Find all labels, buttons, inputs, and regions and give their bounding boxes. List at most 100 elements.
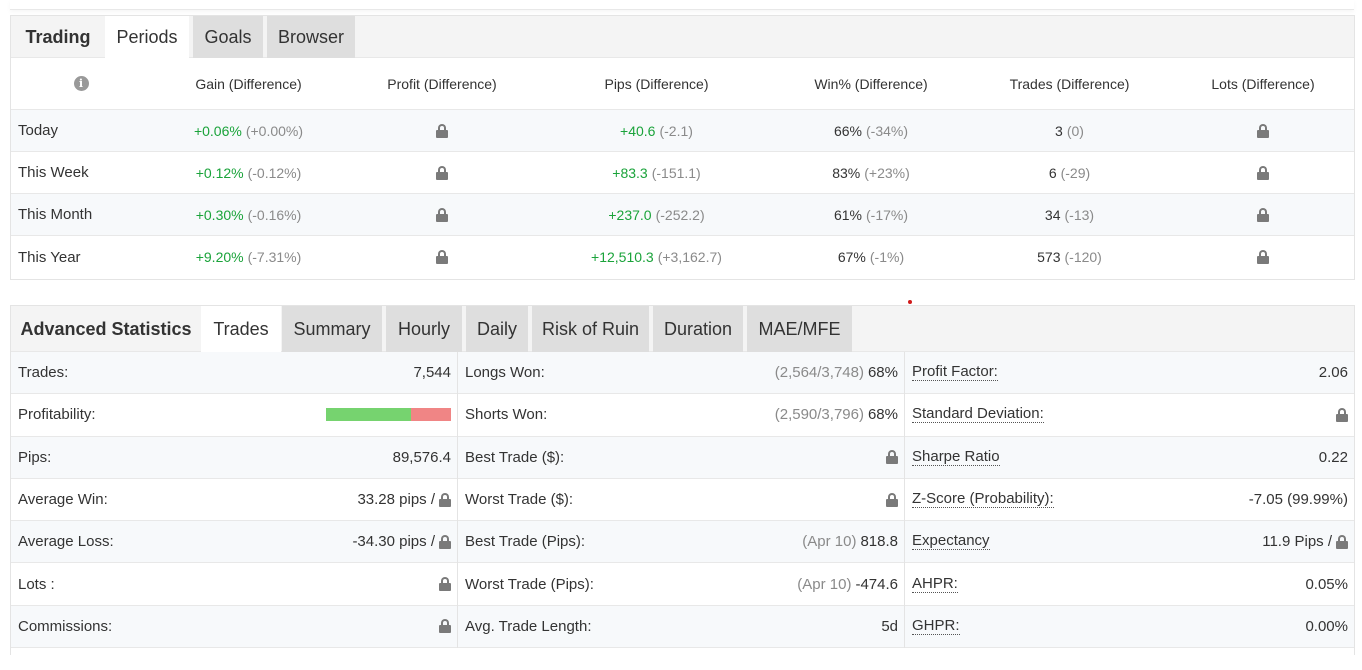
stat-value xyxy=(439,619,451,634)
stat-number: 89,576.4 xyxy=(392,448,451,466)
stats-column-2: Longs Won: (2,564/3,748) 68% Shorts Won: (2,… xyxy=(458,352,905,649)
stat-number: 0.22 xyxy=(1318,448,1348,466)
period-label: Today xyxy=(18,122,59,139)
profitability-win-fill xyxy=(326,408,411,422)
pips-value: +237.0 xyxy=(608,206,652,223)
trades-cell: 34 (-13) xyxy=(967,194,1172,235)
lock-icon[interactable] xyxy=(1336,407,1348,422)
trades-value: 573 xyxy=(1037,249,1061,265)
stat-number: -474.6 xyxy=(855,575,898,593)
stat-row: AHPR: 0.05% xyxy=(905,563,1354,606)
lock-icon[interactable] xyxy=(439,577,451,592)
stat-number: -34.30 pips / xyxy=(352,533,435,551)
tab-periods[interactable]: Periods xyxy=(105,16,189,59)
tab-summary[interactable]: Summary xyxy=(282,306,382,352)
lock-icon[interactable] xyxy=(1257,207,1269,222)
win-cell: 66% (-34%) xyxy=(775,110,967,151)
top-divider xyxy=(10,0,1354,10)
stat-row: Worst Trade ($): xyxy=(458,479,904,522)
pips-cell: +83.3 (-151.1) xyxy=(538,152,775,193)
tab-duration[interactable]: Duration xyxy=(653,306,743,352)
stat-number: 5d xyxy=(881,617,898,635)
stat-label[interactable]: Z-Score (Probability): xyxy=(912,491,1054,509)
trades-diff: (0) xyxy=(1066,122,1084,139)
stat-number: 2.06 xyxy=(1318,364,1348,382)
stat-row: Worst Trade (Pips): (Apr 10) -474.6 xyxy=(458,563,904,606)
stat-value: (2,564/3,748) 68% xyxy=(775,364,898,381)
gain-value: +9.20% xyxy=(195,249,244,265)
info-icon[interactable]: i xyxy=(73,76,89,91)
stat-label: Best Trade ($): xyxy=(465,448,565,466)
tab-mae-mfe[interactable]: MAE/MFE xyxy=(747,306,852,352)
stat-label[interactable]: Profit Factor: xyxy=(912,364,998,382)
tab-browser[interactable]: Browser xyxy=(267,16,355,58)
stat-row: Average Win: 33.28 pips / xyxy=(11,479,457,522)
advanced-statistics-panel: Advanced Statistics Trades Summary Hourl… xyxy=(10,305,1355,655)
stat-value: 2.06 xyxy=(1319,364,1348,381)
trades-diff: (-13) xyxy=(1064,206,1095,223)
win-diff: (-17%) xyxy=(866,206,909,223)
stat-row: Average Loss: -34.30 pips / xyxy=(11,521,457,564)
stat-number: 818.8 xyxy=(860,533,898,551)
gain-cell: +0.06% (+0.00%) xyxy=(151,110,346,151)
indicator-dot xyxy=(908,300,912,304)
pips-value: +12,510.3 xyxy=(591,249,654,265)
lock-icon[interactable] xyxy=(1257,165,1269,180)
lock-icon[interactable] xyxy=(439,492,451,507)
profitability-bar xyxy=(326,408,451,422)
lock-icon[interactable] xyxy=(886,450,898,465)
stat-row: Longs Won: (2,564/3,748) 68% xyxy=(458,352,904,395)
pips-cell: +12,510.3 (+3,162.7) xyxy=(538,236,775,278)
period-label: This Month xyxy=(18,206,93,223)
header-win: Win% (Difference) xyxy=(814,75,928,92)
stat-value: 89,576.4 xyxy=(393,449,451,466)
lock-icon[interactable] xyxy=(1336,534,1348,549)
stat-label[interactable]: GHPR: xyxy=(912,617,960,635)
lock-icon[interactable] xyxy=(436,165,448,180)
tab-daily[interactable]: Daily xyxy=(466,306,528,352)
gain-diff: (-0.16%) xyxy=(247,206,302,223)
lock-icon[interactable] xyxy=(436,123,448,138)
pips-cell: +40.6 (-2.1) xyxy=(538,110,775,151)
stat-label[interactable]: Sharpe Ratio xyxy=(912,448,1000,466)
win-value: 83% xyxy=(832,164,861,181)
lock-icon[interactable] xyxy=(439,534,451,549)
stat-value: -34.30 pips / xyxy=(352,533,451,550)
stats-column-3: Profit Factor: 2.06 Standard Deviation: Sha… xyxy=(905,352,1354,649)
win-cell: 83% (+23%) xyxy=(775,152,967,193)
lots-cell xyxy=(1172,236,1354,278)
stat-label: Avg. Trade Length: xyxy=(465,617,592,635)
stat-label: Shorts Won: xyxy=(465,406,548,424)
win-value: 61% xyxy=(833,206,862,223)
stat-muted: (Apr 10) xyxy=(802,533,857,551)
trades-cell: 3 (0) xyxy=(967,110,1172,151)
lock-icon[interactable] xyxy=(436,207,448,222)
stat-label: Worst Trade ($): xyxy=(465,491,574,509)
info-icon-cell[interactable]: i xyxy=(11,58,151,109)
tab-trading[interactable]: Trading xyxy=(11,16,105,58)
stat-number: 11.9 Pips / xyxy=(1262,533,1332,551)
lock-icon[interactable] xyxy=(886,492,898,507)
stat-label: Average Win: xyxy=(18,491,108,509)
stat-value: 33.28 pips / xyxy=(357,491,451,508)
tab-trades[interactable]: Trades xyxy=(201,306,281,353)
stat-label[interactable]: Standard Deviation: xyxy=(912,406,1044,424)
periods-table: i Gain (Difference) Profit (Difference) … xyxy=(11,58,1354,278)
stat-value: 0.05% xyxy=(1305,576,1348,593)
stat-label: Worst Trade (Pips): xyxy=(465,575,594,593)
stat-label[interactable]: Expectancy xyxy=(912,533,990,551)
lock-icon[interactable] xyxy=(436,250,448,264)
stat-row: Best Trade (Pips): (Apr 10) 818.8 xyxy=(458,521,904,564)
trades-diff: (-120) xyxy=(1064,249,1102,265)
tab-goals[interactable]: Goals xyxy=(193,16,263,58)
tab-risk-of-ruin[interactable]: Risk of Ruin xyxy=(532,306,649,352)
stat-value: (Apr 10) 818.8 xyxy=(802,533,898,550)
profit-cell xyxy=(346,194,538,235)
tab-hourly[interactable]: Hourly xyxy=(386,306,462,352)
lock-icon[interactable] xyxy=(1257,123,1269,138)
stat-label: Longs Won: xyxy=(465,364,545,382)
lots-cell xyxy=(1172,110,1354,151)
lock-icon[interactable] xyxy=(439,619,451,634)
stat-label[interactable]: AHPR: xyxy=(912,575,958,593)
lock-icon[interactable] xyxy=(1257,250,1269,264)
